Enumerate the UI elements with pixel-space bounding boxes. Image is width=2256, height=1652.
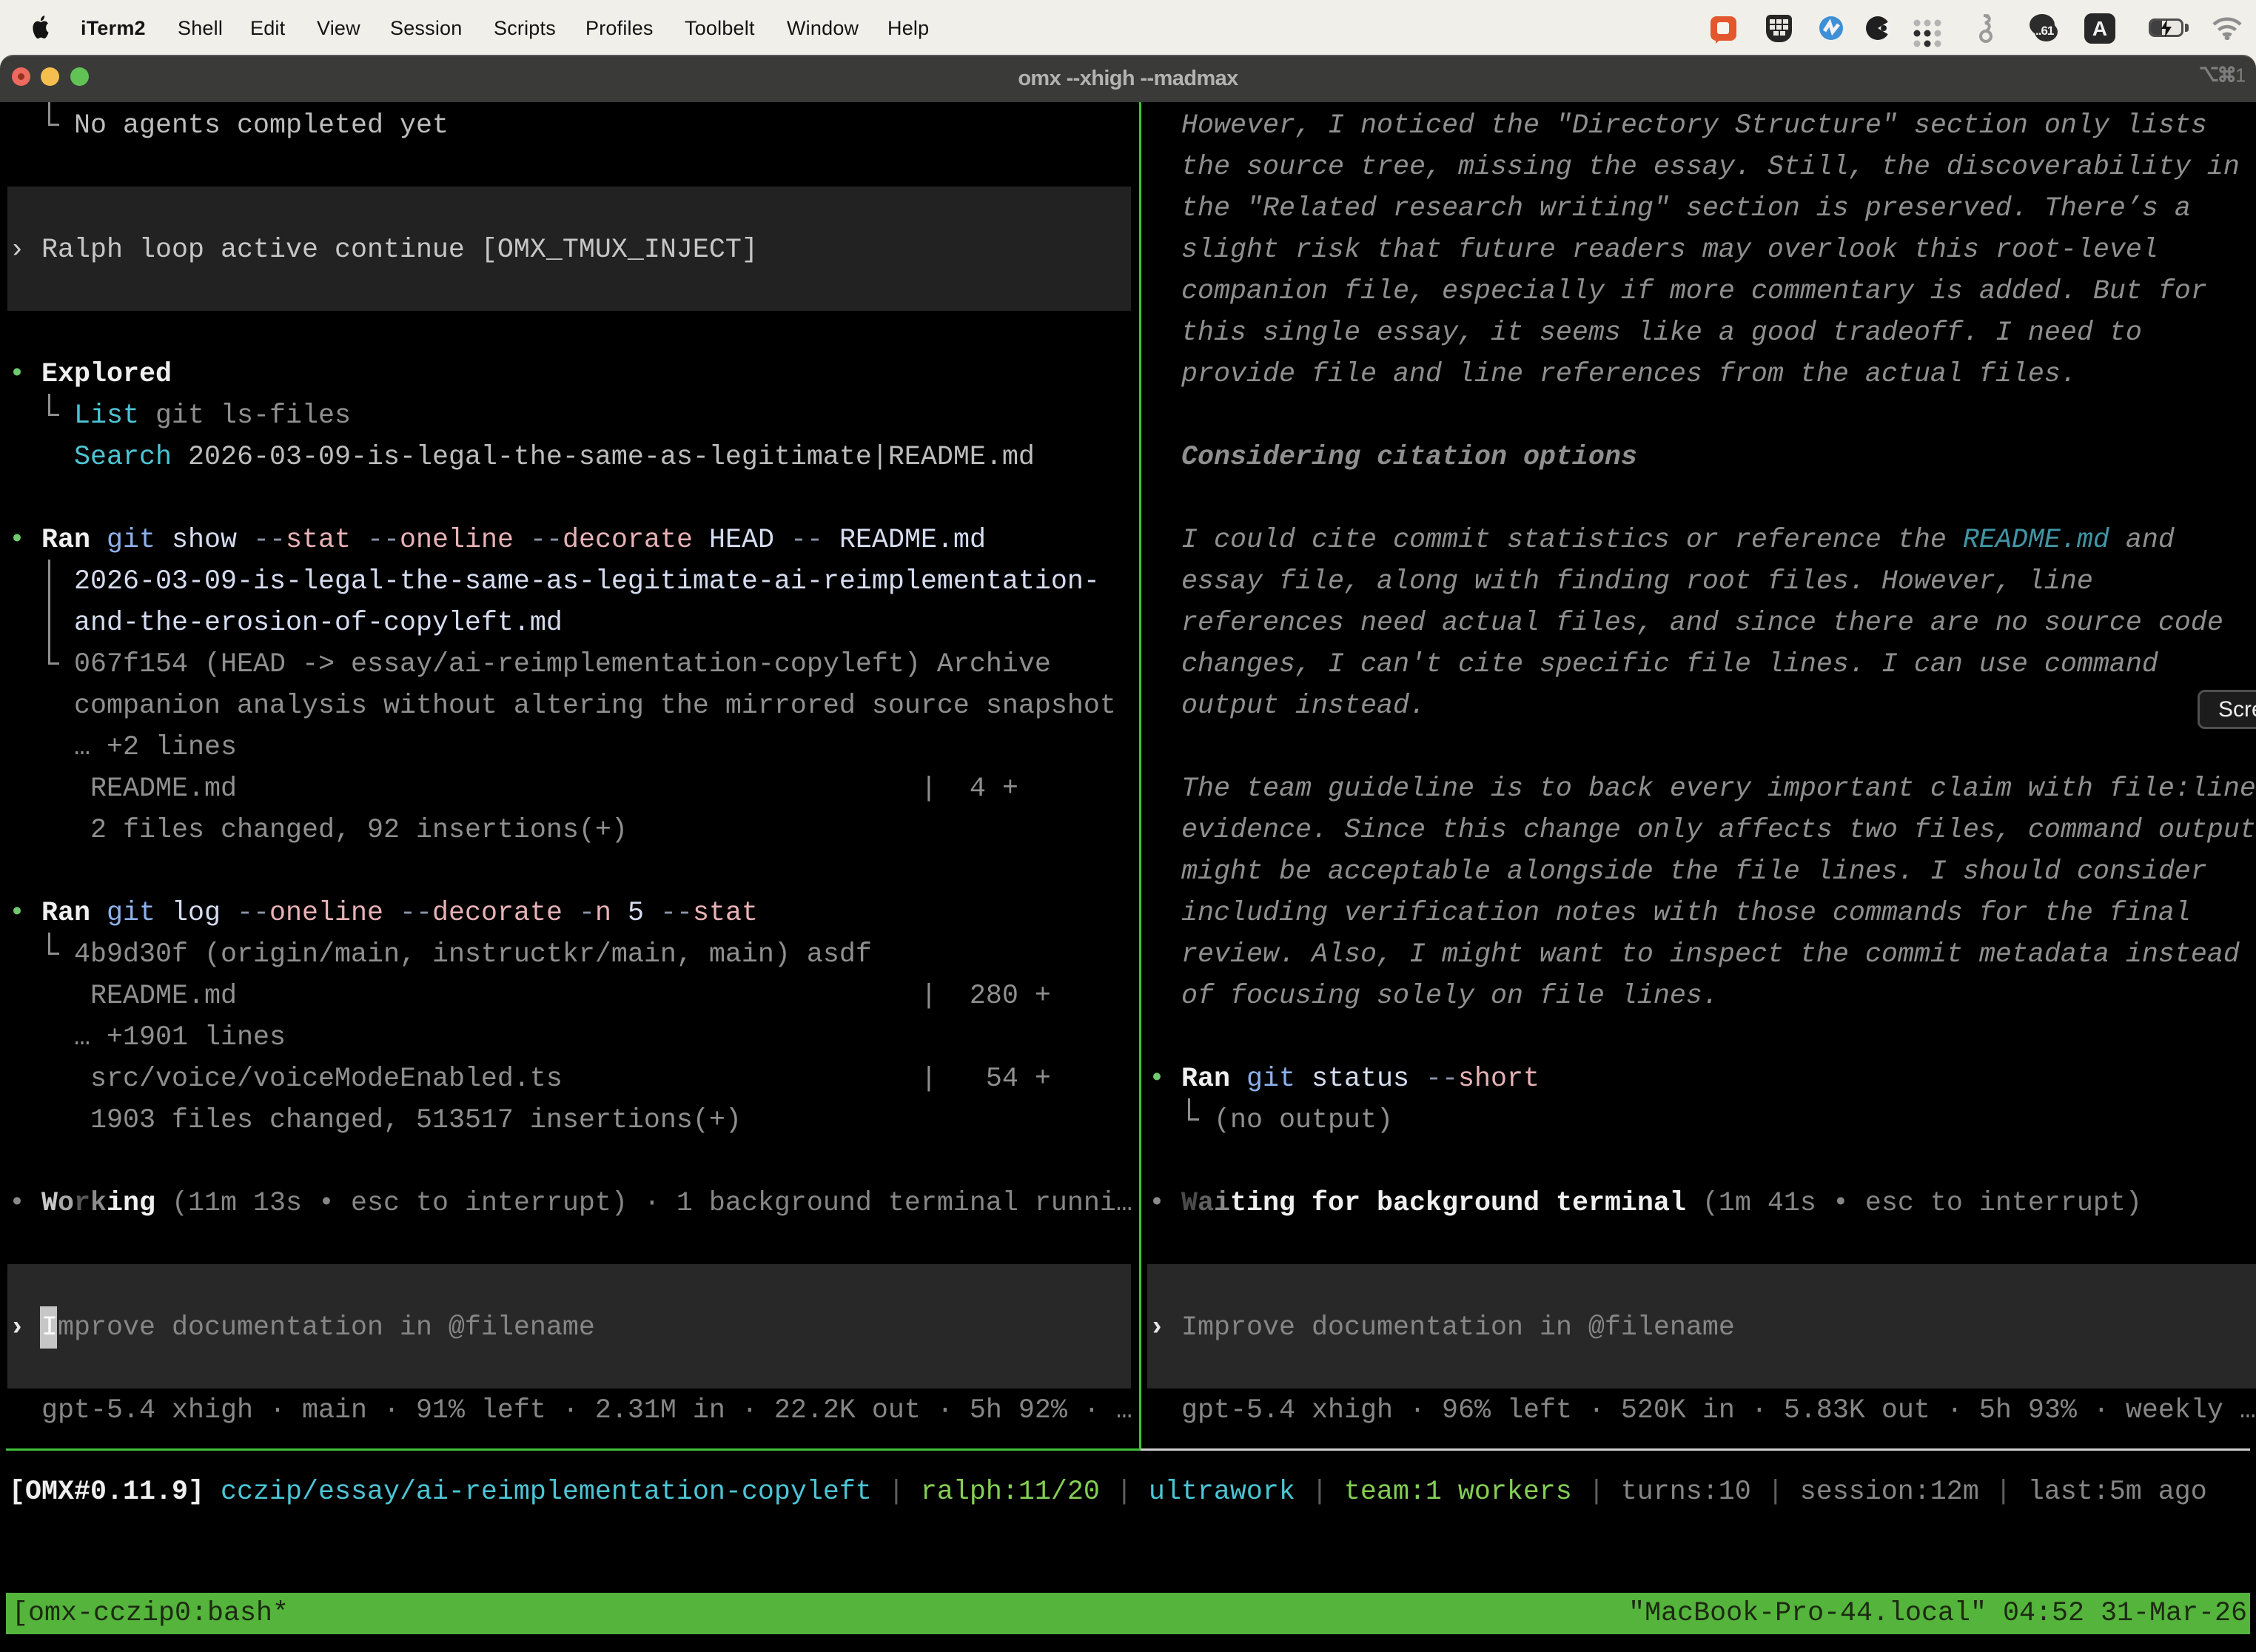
svg-text:1: 1 [2235,64,2245,87]
